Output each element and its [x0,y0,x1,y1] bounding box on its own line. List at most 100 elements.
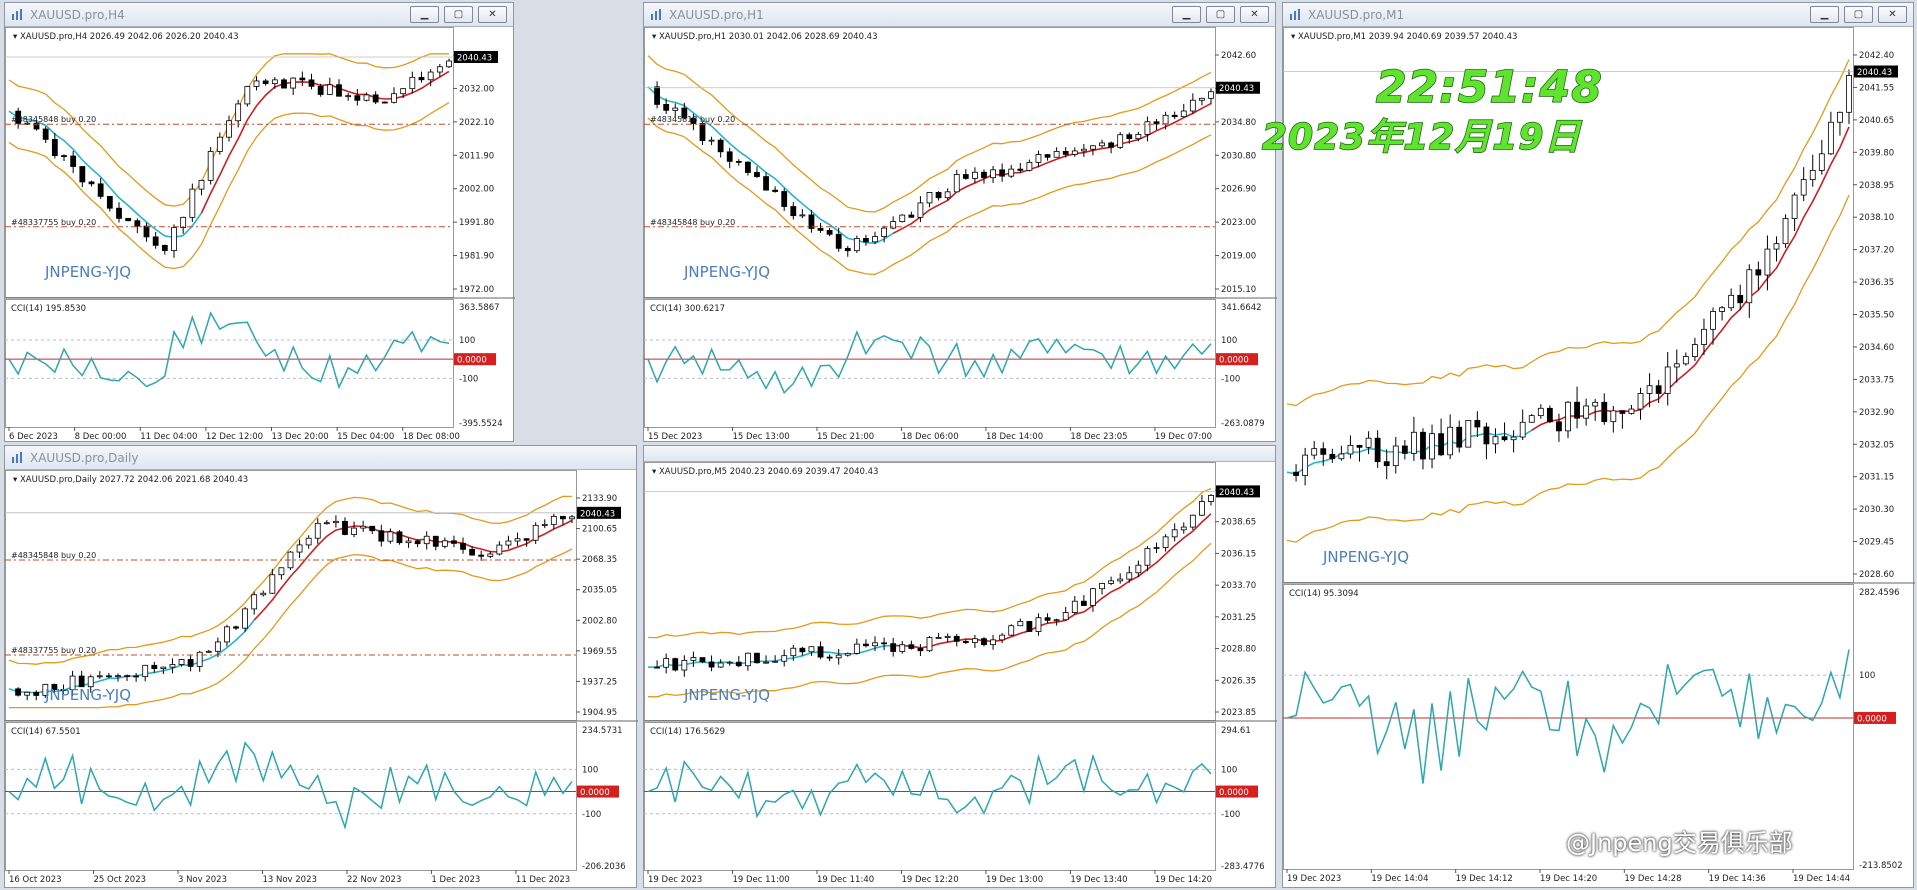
candle-body [1737,294,1744,304]
candle-body [962,174,969,179]
candle-body [400,88,407,95]
time-axis-label: 19 Dec 14:04 [1371,874,1428,884]
candle-body [1492,436,1499,445]
maximize-button[interactable]: ▢ [1206,6,1235,23]
candle-body [1755,269,1762,276]
indicator-header: CCI(14) 95.3094 [1289,589,1359,599]
candle-body [1655,385,1662,394]
indicator-panel-border [644,722,1216,871]
price-axis-label: 2032.90 [1859,408,1894,418]
candle-body [735,160,742,163]
candle-body [1719,307,1725,312]
candle-body [226,120,232,138]
price-axis-label: 2023.85 [1221,708,1256,718]
candle-body [990,169,996,179]
candle-body [1465,420,1472,448]
candle-body [1062,151,1069,155]
candle-body [1117,134,1124,148]
candle-body [541,524,548,526]
candle-body [299,77,306,81]
candle-body [1199,501,1205,516]
candle-body [427,71,434,81]
chart-window-m5[interactable]: ▾ XAUUSD.pro,M5 2040.23 2040.69 2039.47 … [643,445,1277,889]
candle-body [1053,619,1060,622]
zero-label: 0.0000 [1219,356,1249,366]
candle-body [1773,243,1780,250]
price-axis-label: 2041.55 [1859,83,1894,93]
candle-body [387,531,394,542]
window-titlebar[interactable]: XAUUSD.pro,H1 ▁ ▢ ✕ [644,3,1275,27]
candle-body [381,101,388,104]
chart-window-h4[interactable]: XAUUSD.pro,H4 ▁ ▢ ✕ ▾ XAUUSD.pro,H4 2026… [4,2,515,443]
indicator-axis-label: 294.61 [1221,726,1251,736]
clock-date: 2023年12月19日 [1261,116,1582,159]
candle-body [1329,453,1336,460]
time-axis-label: 18 Dec 23:05 [1070,432,1127,442]
window-titlebar[interactable]: XAUUSD.pro,Daily [5,446,636,470]
candle-body [436,66,443,73]
candle-body [342,520,348,535]
candle-body [1565,401,1571,432]
indicator-axis-label: -213.8502 [1859,861,1903,871]
candle-body [917,648,924,652]
order-label: #48345848 buy 0.20 [650,218,735,227]
maximize-button[interactable]: ▢ [1844,6,1873,23]
chart-window-h1[interactable]: XAUUSD.pro,H1 ▁ ▢ ✕ ▾ XAUUSD.pro,H1 2030… [643,2,1277,443]
minimize-button[interactable]: ▁ [1810,6,1839,23]
candle-body [125,217,132,222]
order-label: #48345848 buy 0.20 [11,115,96,124]
candle-body [790,206,797,217]
chart-canvas[interactable]: ▾ XAUUSD.pro,Daily 2027.72 2042.06 2021.… [5,470,638,889]
candle-body [844,247,851,252]
maximize-button[interactable]: ▢ [444,6,473,23]
candle-body [1017,168,1024,171]
window-titlebar[interactable] [644,446,1275,462]
candle-body [333,520,339,524]
candle-body [441,540,448,547]
chart-canvas[interactable]: ▾ XAUUSD.pro,H1 2030.01 2042.06 2028.69 … [644,27,1277,443]
candle-body [972,171,978,179]
candle-body [478,554,485,557]
price-axis-label: 2042.40 [1859,51,1894,61]
chart-window-daily[interactable]: XAUUSD.pro,Daily ▾ XAUUSD.pro,Daily 2027… [4,445,638,889]
indicator-axis-label: 282.4596 [1859,588,1900,598]
candle-body [708,139,715,142]
minimize-button[interactable]: ▁ [410,6,439,23]
minimize-button[interactable]: ▁ [1172,6,1201,23]
candle-body [1053,151,1060,158]
close-button[interactable]: ✕ [478,6,507,23]
candle-body [1144,121,1151,135]
candle-body [115,675,121,678]
time-axis-label: 19 Dec 14:20 [1540,874,1597,884]
candle-body [999,169,1006,177]
zero-label: 0.0000 [580,788,610,798]
candle-body [345,95,352,98]
price-axis-label: 2036.35 [1859,278,1894,288]
indicator-axis-label: -206.2036 [582,862,626,872]
candle-body [1374,437,1381,463]
candle-body [1171,529,1178,538]
close-button[interactable]: ✕ [1878,6,1907,23]
candle-body [460,542,466,550]
candle-body [717,662,724,668]
window-titlebar[interactable]: XAUUSD.pro,M1 ▁ ▢ ✕ [1283,3,1913,27]
candle-body [1692,344,1698,357]
candle-body [296,544,303,553]
time-axis-label: 15 Dec 04:00 [337,432,394,442]
candle-body [1392,445,1399,467]
time-axis-label: 15 Dec 2023 [648,432,702,442]
chart-canvas[interactable]: ▾ XAUUSD.pro,H4 2026.49 2042.06 2026.20 … [5,27,515,443]
chart-canvas[interactable]: ▾ XAUUSD.pro,M5 2040.23 2040.69 2039.47 … [644,462,1277,889]
price-axis-label: 2038.95 [1859,181,1894,191]
time-axis-label: 1 Dec 2023 [431,875,480,885]
candle-body [278,567,285,576]
candle-body [981,638,987,646]
candle-body [1180,110,1187,118]
chart-watermark: JNPENG-YJQ [683,263,770,281]
candle-body [990,639,996,646]
candle-body [405,540,412,544]
close-button[interactable]: ✕ [1240,6,1269,23]
window-titlebar[interactable]: XAUUSD.pro,H4 ▁ ▢ ✕ [5,3,513,27]
candle-body [233,626,239,629]
chart-watermark: JNPENG-YJQ [683,686,770,704]
